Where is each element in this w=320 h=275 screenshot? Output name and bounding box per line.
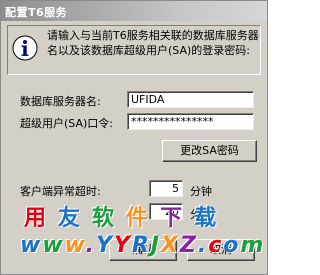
service-timeout-input[interactable]: 20 xyxy=(149,203,183,220)
title-bar[interactable]: 配置T6服务 xyxy=(1,1,267,21)
client-timeout-unit: 分钟 xyxy=(190,185,212,198)
cancel-button[interactable]: 取消 xyxy=(187,239,255,261)
sa-password-input[interactable]: *************** xyxy=(127,113,254,130)
service-timeout-unit: 分钟 xyxy=(190,208,212,221)
sa-password-label: 超级用户(SA)口令: xyxy=(20,117,114,130)
server-name-label: 数据库服务器名: xyxy=(20,95,101,108)
info-message: 请输入与当前T6服务相关联的数据库服务器名以及该数据库超级用户(SA)的登录密码… xyxy=(47,29,259,57)
change-sa-password-button[interactable]: 更改SA密码 xyxy=(162,140,257,162)
window-title: 配置T6服务 xyxy=(5,6,68,19)
info-panel: 请输入与当前T6服务相关联的数据库服务器名以及该数据库超级用户(SA)的登录密码… xyxy=(7,25,261,75)
server-name-input[interactable]: UFIDA xyxy=(127,91,254,108)
ok-button[interactable]: 确认 xyxy=(109,239,177,261)
client-timeout-label: 客户端异常超时: xyxy=(20,185,101,198)
config-t6-service-dialog: 配置T6服务 请输入与当前T6服务相关联的数据库服务器名以及该数据库超级用户(S… xyxy=(0,0,268,275)
client-timeout-input[interactable]: 5 xyxy=(149,180,183,197)
info-icon xyxy=(12,35,38,61)
